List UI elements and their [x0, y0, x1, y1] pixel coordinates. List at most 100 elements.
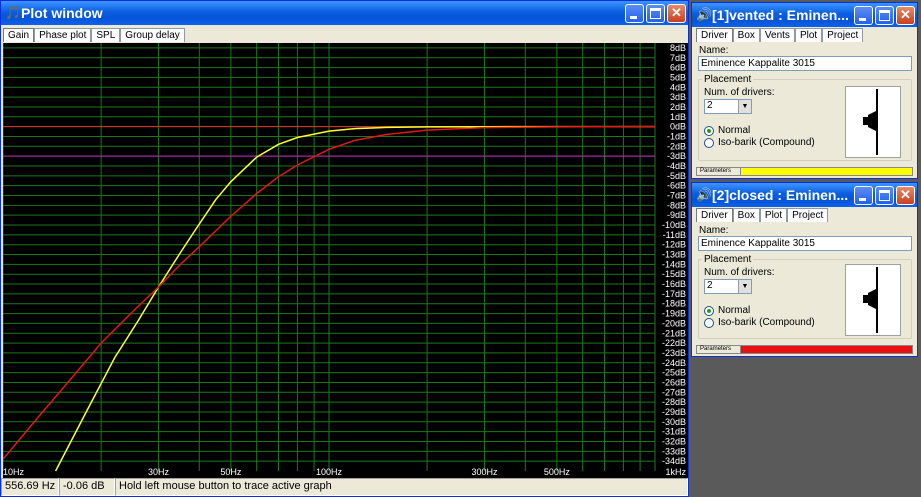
box1-radio-normal-label: Normal — [718, 125, 751, 136]
y-tick-label: -25dB — [662, 368, 686, 378]
y-tick-label: 8dB — [670, 43, 686, 53]
box1-tab-project[interactable]: Project — [822, 28, 864, 42]
box1-radio-iso-label: Iso-barik (Compound) — [718, 137, 815, 148]
box2-num-drivers-label: Num. of drivers: — [704, 267, 775, 278]
y-tick-label: -17dB — [662, 289, 686, 299]
box2-tab-box[interactable]: Box — [732, 208, 760, 222]
speaker-driver-icon — [863, 89, 878, 155]
y-tick-label: -10dB — [662, 220, 686, 230]
x-tick-label: 10Hz — [3, 467, 25, 477]
x-tick-label: 500Hz — [544, 467, 571, 477]
speaker-app-icon: 🔊 — [696, 7, 713, 22]
plot-window-titlebar[interactable]: 🎵 Plot window ✕ — [1, 1, 688, 25]
y-tick-label: -28dB — [662, 397, 686, 407]
box2-name-label: Name: — [699, 225, 729, 236]
tab-phase-plot[interactable]: Phase plot — [34, 28, 92, 42]
y-tick-label: -14dB — [662, 259, 686, 269]
plot-window-title: Plot window — [21, 5, 103, 21]
y-tick-label: 1dB — [670, 112, 686, 122]
box1-minimize-button[interactable] — [854, 5, 873, 25]
y-tick-label: 6dB — [670, 63, 686, 73]
box1-num-drivers-value: 2 — [707, 100, 713, 111]
box1-title: [1]vented : Eminen... — [712, 7, 849, 23]
box1-name-field[interactable]: Eminence Kappalite 3015 — [698, 56, 912, 71]
box2-parameters-bar[interactable]: Parameters — [696, 345, 913, 354]
y-tick-label: -33dB — [662, 446, 686, 456]
box1-tab-driver[interactable]: Driver — [696, 28, 733, 42]
box1-tab-plot[interactable]: Plot — [794, 28, 823, 42]
close-button[interactable]: ✕ — [667, 3, 686, 23]
y-tick-label: -8dB — [667, 200, 686, 210]
minimize-icon — [630, 15, 637, 19]
box2-radio-iso-label: Iso-barik (Compound) — [718, 317, 815, 328]
close-icon: ✕ — [671, 5, 682, 20]
y-tick-label: -22dB — [662, 338, 686, 348]
y-tick-label: -18dB — [662, 299, 686, 309]
y-tick-label: -31dB — [662, 427, 686, 437]
box1-tab-vents[interactable]: Vents — [759, 28, 795, 42]
box1-num-drivers-select[interactable]: 2 ▼ — [704, 99, 752, 114]
app-icon: 🎵 — [5, 5, 22, 20]
x-tick-label: 1kHz — [665, 467, 686, 477]
box1-radio-normal[interactable]: Normal — [704, 125, 750, 136]
y-tick-label: -20dB — [662, 318, 686, 328]
box2-num-drivers-value: 2 — [707, 280, 713, 291]
box2-num-drivers-select[interactable]: 2 ▼ — [704, 279, 752, 294]
y-tick-label: -23dB — [662, 348, 686, 358]
box2-minimize-button[interactable] — [854, 185, 873, 205]
speaker-app-icon: 🔊 — [696, 187, 713, 202]
box1-close-button[interactable]: ✕ — [896, 5, 915, 25]
box2-titlebar[interactable]: 🔊 [2]closed : Eminen... ✕ — [692, 183, 917, 207]
y-tick-label: -9dB — [667, 210, 686, 220]
y-tick-label: 3dB — [670, 92, 686, 102]
minimize-icon — [859, 197, 866, 201]
box2-radio-normal[interactable]: Normal — [704, 305, 750, 316]
y-tick-label: 7dB — [670, 53, 686, 63]
status-level: -0.06 dB — [59, 478, 115, 496]
tab-spl[interactable]: SPL — [91, 28, 121, 42]
box2-tab-plot[interactable]: Plot — [759, 208, 788, 222]
box2-tab-project[interactable]: Project — [787, 208, 829, 222]
box1-tab-box[interactable]: Box — [732, 28, 760, 42]
box2-tabs: Driver Box Plot Project — [696, 208, 829, 222]
box2-name-field[interactable]: Eminence Kappalite 3015 — [698, 236, 912, 251]
tab-group-delay[interactable]: Group delay — [120, 28, 185, 42]
y-tick-label: -27dB — [662, 387, 686, 397]
minimize-button[interactable] — [625, 3, 644, 23]
tab-gain[interactable]: Gain — [3, 28, 35, 42]
box1-maximize-button[interactable] — [875, 5, 894, 25]
box1-placement-label: Placement — [702, 74, 754, 85]
radio-selected-icon — [704, 125, 714, 136]
y-tick-label: -16dB — [662, 279, 686, 289]
box2-close-button[interactable]: ✕ — [896, 185, 915, 205]
status-frequency: 556.69 Hz — [1, 478, 59, 496]
gain-chart[interactable]: 8dB7dB6dB5dB4dB3dB2dB1dB0dB-1dB-2dB-3dB-… — [2, 43, 688, 478]
status-hint: Hold left mouse button to trace active g… — [115, 478, 688, 496]
x-tick-label: 30Hz — [148, 467, 170, 477]
y-tick-label: -19dB — [662, 309, 686, 319]
maximize-button[interactable] — [646, 3, 665, 23]
y-tick-label: -5dB — [667, 171, 686, 181]
box1-titlebar[interactable]: 🔊 [1]vented : Eminen... ✕ — [692, 3, 917, 27]
y-tick-label: -1dB — [667, 131, 686, 141]
y-tick-label: -34dB — [662, 456, 686, 466]
gain-plot-area[interactable]: 8dB 7dB 6dB 5dB 4dB 3dB 2dB 1dB 0dB -1dB -2dB -3dB -… — [2, 43, 688, 478]
y-tick-label: -6dB — [667, 181, 686, 191]
box2-driver-diagram — [845, 264, 901, 336]
dropdown-arrow-icon[interactable]: ▼ — [738, 280, 751, 293]
box1-radio-iso[interactable]: Iso-barik (Compound) — [704, 137, 815, 148]
box1-parameters-bar[interactable]: Parameters — [696, 167, 913, 176]
close-icon: ✕ — [900, 187, 911, 202]
close-icon: ✕ — [900, 7, 911, 22]
box1-tabs: Driver Box Vents Plot Project — [696, 28, 864, 42]
status-bar: 556.69 Hz -0.06 dB Hold left mouse butto… — [1, 478, 688, 496]
maximize-icon — [650, 7, 661, 19]
y-tick-label: -30dB — [662, 417, 686, 427]
maximize-icon — [879, 189, 890, 201]
y-tick-label: -29dB — [662, 407, 686, 417]
box2-tab-driver[interactable]: Driver — [696, 208, 733, 222]
box2-radio-iso[interactable]: Iso-barik (Compound) — [704, 317, 815, 328]
box1-color-swatch — [741, 168, 912, 175]
dropdown-arrow-icon[interactable]: ▼ — [738, 100, 751, 113]
box2-maximize-button[interactable] — [875, 185, 894, 205]
